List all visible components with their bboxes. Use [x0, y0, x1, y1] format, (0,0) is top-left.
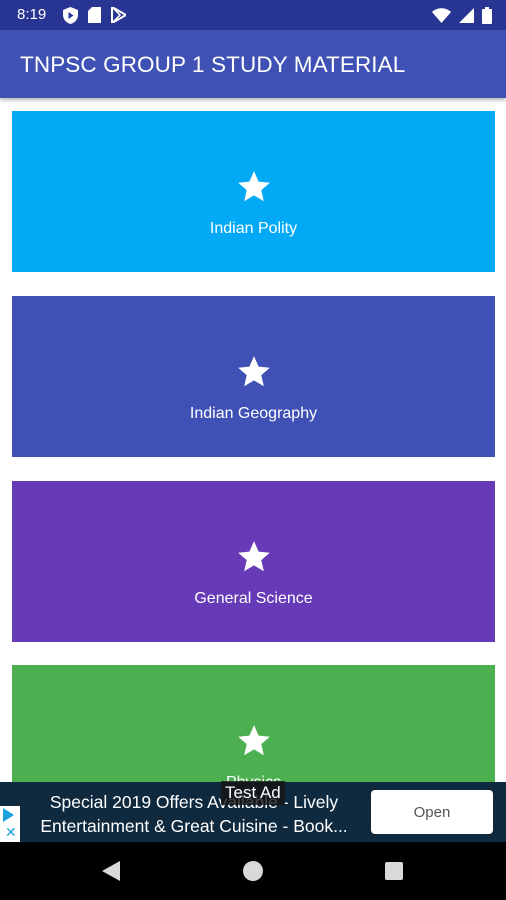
status-bar: 8:19 — [0, 0, 506, 30]
ad-open-button[interactable]: Open — [371, 790, 493, 834]
status-time: 8:19 — [17, 6, 47, 23]
status-system-icons — [432, 6, 492, 24]
category-card-physics[interactable]: Physics — [12, 665, 495, 782]
app-title: TNPSC GROUP 1 STUDY MATERIAL — [20, 52, 406, 77]
star-icon — [237, 171, 270, 202]
ad-text-line-2: Entertainment & Great Cuisine - Book... — [40, 816, 348, 836]
ad-text-line-1: Special 2019 Offers Available - Lively — [49, 792, 339, 812]
ad-text[interactable]: Special 2019 Offers Available - Lively E… — [24, 790, 364, 838]
ad-close-icon[interactable]: ✕ — [5, 824, 17, 840]
category-card-indian-polity[interactable]: Indian Polity — [12, 111, 495, 272]
star-icon — [237, 541, 270, 572]
category-list: Indian Polity Indian Geography General S… — [0, 98, 506, 782]
category-label: Indian Geography — [189, 405, 318, 422]
star-icon — [237, 356, 270, 387]
signal-icon — [459, 7, 474, 23]
sd-card-icon — [88, 7, 101, 23]
ad-info-icon[interactable] — [3, 808, 14, 822]
category-card-general-science[interactable]: General Science — [12, 481, 495, 642]
ad-choices-icon[interactable]: ✕ — [0, 806, 20, 842]
recents-icon[interactable] — [385, 862, 403, 880]
battery-icon — [482, 6, 492, 24]
shield-play-icon — [63, 6, 78, 24]
wifi-icon — [432, 7, 451, 23]
back-icon[interactable] — [102, 861, 120, 881]
play-store-icon — [111, 7, 126, 23]
home-icon[interactable] — [243, 861, 263, 881]
category-card-indian-geography[interactable]: Indian Geography — [12, 296, 495, 457]
app-bar: TNPSC GROUP 1 STUDY MATERIAL — [0, 30, 506, 98]
status-notification-icons — [63, 6, 126, 24]
navigation-bar — [0, 842, 506, 900]
test-ad-label: Test Ad — [221, 781, 285, 805]
category-label: Indian Polity — [209, 220, 298, 237]
category-label: General Science — [194, 590, 313, 607]
star-icon — [237, 725, 270, 756]
